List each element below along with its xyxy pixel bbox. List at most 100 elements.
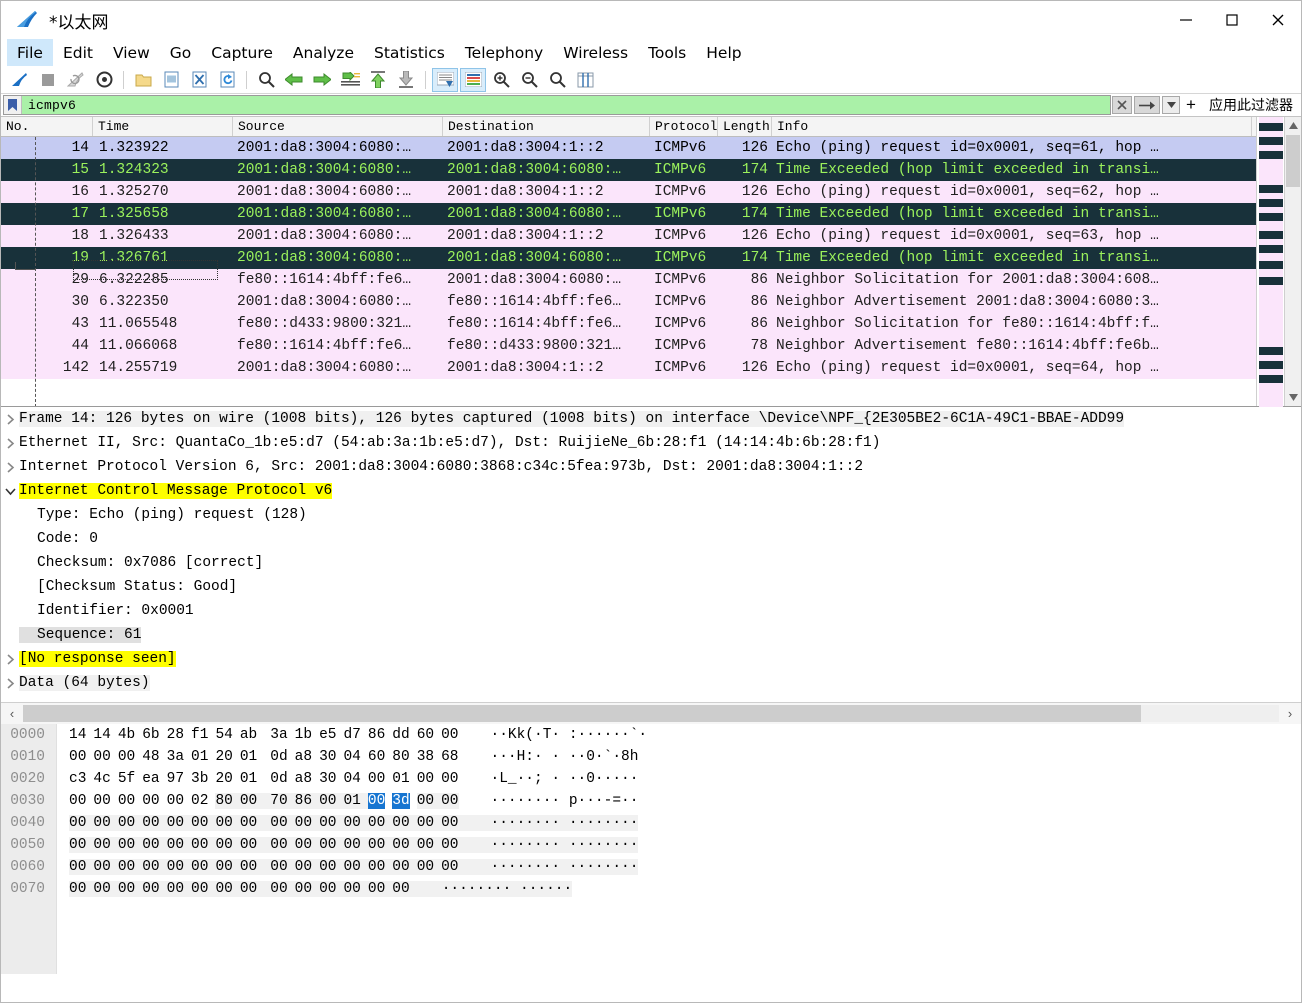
menu-item-statistics[interactable]: Statistics [364,39,455,66]
hex-byte[interactable]: 00 [142,793,159,809]
go-to-first-icon[interactable] [365,68,391,92]
hex-byte[interactable]: 00 [441,771,458,787]
scroll-up-arrow-icon[interactable] [1285,117,1301,134]
column-header-length[interactable]: Length [718,117,772,136]
hex-byte[interactable]: 00 [343,837,361,853]
hex-byte[interactable]: 20 [215,771,232,787]
detail-tree-row[interactable]: Data (64 bytes) [1,671,1301,695]
column-header-destination[interactable]: Destination [443,117,650,136]
start-capture-icon[interactable] [7,68,33,92]
hex-byte[interactable]: 00 [93,793,110,809]
hex-byte[interactable]: 00 [93,837,111,853]
reload-file-icon[interactable] [214,68,240,92]
detail-tree-row[interactable]: Internet Protocol Version 6, Src: 2001:d… [1,455,1301,479]
hex-byte[interactable]: 30 [319,771,336,787]
hex-byte[interactable]: 00 [167,793,184,809]
hex-byte[interactable]: 00 [215,881,233,897]
packet-intelligent-scrollbar-map[interactable] [1256,117,1284,407]
hex-byte[interactable]: 04 [343,749,360,765]
hex-byte[interactable]: 3b [191,771,208,787]
hex-byte[interactable]: 00 [416,859,435,875]
hex-row[interactable]: 0030 00 00 00 00 00 02 80 00 70 86 00 01 … [1,790,1301,812]
hex-byte[interactable]: 0d [270,771,287,787]
close-button[interactable] [1255,1,1301,39]
hex-byte[interactable]: 00 [239,815,258,831]
hex-byte[interactable]: 01 [191,749,208,765]
chevron-down-icon[interactable] [1,487,19,496]
hex-byte[interactable]: 00 [441,727,458,743]
hex-byte[interactable]: 00 [191,881,209,897]
hex-byte[interactable]: 00 [270,859,288,875]
hex-byte[interactable]: 00 [294,815,313,831]
hex-byte[interactable]: 00 [367,837,386,853]
hex-byte[interactable]: 00 [392,859,410,875]
hex-byte[interactable]: 00 [417,771,434,787]
hex-byte[interactable]: 00 [166,837,185,853]
filter-input[interactable]: icmpv6 [22,98,76,113]
hex-byte[interactable]: a8 [295,749,312,765]
hex-byte[interactable]: 02 [191,793,208,809]
hscroll-track[interactable] [23,705,1279,722]
hex-byte[interactable]: 00 [142,815,160,831]
hex-byte[interactable]: 00 [367,859,386,875]
hex-byte[interactable]: 00 [343,859,361,875]
go-forward-icon[interactable] [309,68,335,92]
go-back-icon[interactable] [281,68,307,92]
open-file-icon[interactable] [130,68,156,92]
scroll-down-arrow-icon[interactable] [1285,389,1301,406]
hex-byte[interactable]: 00 [343,815,361,831]
hex-byte[interactable]: 30 [319,749,336,765]
hex-byte[interactable]: 00 [69,749,86,765]
menu-item-help[interactable]: Help [696,39,751,66]
hex-byte[interactable]: 00 [69,815,87,831]
hex-byte[interactable]: 00 [215,815,233,831]
hex-byte[interactable]: 86 [294,793,313,809]
minimize-button[interactable] [1163,1,1209,39]
hscroll-thumb[interactable] [23,705,1141,722]
zoom-out-icon[interactable] [516,68,542,92]
hex-byte[interactable]: 54 [215,727,232,743]
hex-byte[interactable]: 01 [392,771,409,787]
hex-byte[interactable]: 80 [392,749,409,765]
hex-byte[interactable]: ea [142,771,159,787]
hex-byte[interactable]: 14 [93,727,110,743]
hex-byte[interactable]: 00 [343,881,361,897]
packet-list-scrollbar[interactable] [1284,117,1301,406]
hex-byte[interactable]: 4c [93,771,110,787]
hex-byte[interactable]: 6b [142,727,159,743]
hex-byte[interactable]: 00 [367,881,386,897]
hex-byte[interactable]: 00 [142,837,160,853]
hex-byte[interactable]: 00 [367,793,386,809]
hex-byte[interactable]: 00 [270,837,288,853]
hex-byte[interactable]: 97 [167,771,184,787]
menu-item-analyze[interactable]: Analyze [283,39,364,66]
menu-item-wireless[interactable]: Wireless [553,39,638,66]
packet-row[interactable]: 142 14.255719 2001:da8:3004:6080:… 2001:da8… [1,357,1256,379]
packet-row[interactable]: 15 1.324323 2001:da8:3004:6080:… 2001:da8:3… [1,159,1256,181]
hex-row[interactable]: 0010 00 00 00 48 3a 01 20 01 0d a8 30 04 … [1,746,1301,768]
hex-byte[interactable]: 00 [69,881,87,897]
hex-byte[interactable]: 38 [417,749,434,765]
hex-byte[interactable]: 00 [294,837,313,853]
hex-byte[interactable]: ab [240,727,257,743]
hex-byte[interactable]: 00 [270,815,288,831]
hex-byte[interactable]: 00 [441,815,459,831]
hex-byte[interactable]: 00 [142,859,160,875]
hex-byte[interactable]: 00 [93,749,110,765]
hex-row[interactable]: 0020 c3 4c 5f ea 97 3b 20 01 0d a8 30 04 … [1,768,1301,790]
menu-item-capture[interactable]: Capture [201,39,283,66]
packet-row[interactable]: 30 6.322350 2001:da8:3004:6080:… fe80::1614… [1,291,1256,313]
menu-item-go[interactable]: Go [160,39,202,66]
column-header-no[interactable]: No. [1,117,93,136]
hex-byte[interactable]: 00 [416,815,435,831]
packet-row[interactable]: 29 6.322285 fe80::1614:4bff:fe6… 2001:da8:3… [1,269,1256,291]
hex-byte[interactable]: 68 [441,749,458,765]
hex-row[interactable]: 0070 00 00 00 00 00 00 00 00 00 00 00 00 … [1,878,1301,900]
save-file-icon[interactable] [158,68,184,92]
close-file-icon[interactable] [186,68,212,92]
hex-byte[interactable]: 5f [118,771,135,787]
hex-byte[interactable]: 00 [392,815,410,831]
hex-byte[interactable]: 00 [319,859,337,875]
hex-byte[interactable]: 00 [239,793,258,809]
hex-byte[interactable]: 00 [117,815,136,831]
